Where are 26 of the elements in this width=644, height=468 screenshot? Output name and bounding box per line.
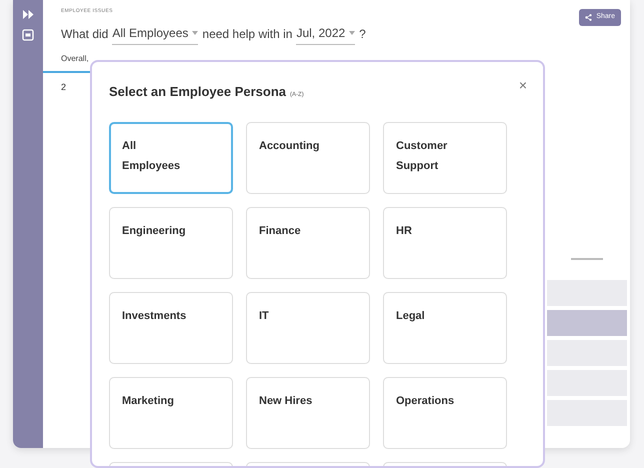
- question-text: ?: [359, 26, 366, 43]
- persona-card[interactable]: Accounting: [246, 122, 370, 194]
- caret-icon: [349, 30, 356, 34]
- question-text: What did: [61, 26, 108, 43]
- fast-forward-icon[interactable]: [22, 10, 34, 19]
- persona-card[interactable]: Investments: [109, 292, 233, 364]
- question-text: need help with in: [202, 26, 292, 43]
- filter-dropdown[interactable]: All Employees: [112, 24, 198, 44]
- persona-card[interactable]: New Hires: [246, 377, 370, 449]
- share-icon: [585, 14, 592, 21]
- table-row[interactable]: [547, 310, 627, 336]
- persona-card[interactable]: Customer Support: [383, 122, 507, 194]
- panel-icon[interactable]: [22, 29, 34, 41]
- persona-card[interactable]: Finance: [246, 207, 370, 279]
- dialog-title: Select an Employee Persona: [109, 84, 286, 99]
- persona-card[interactable]: Marketing: [109, 377, 233, 449]
- metric-value: 2: [61, 80, 66, 94]
- persona-card[interactable]: All Employees: [109, 122, 233, 194]
- caret-icon: [192, 30, 198, 34]
- filter-dropdown[interactable]: Jul, 2022: [296, 24, 356, 44]
- persona-card[interactable]: Engineering: [109, 207, 233, 279]
- persona-card[interactable]: IT: [246, 292, 370, 364]
- persona-card[interactable]: HR: [383, 207, 507, 279]
- close-button[interactable]: ×: [518, 78, 527, 92]
- persona-card[interactable]: Legal: [383, 292, 507, 364]
- persona-card[interactable]: Operations: [383, 377, 507, 449]
